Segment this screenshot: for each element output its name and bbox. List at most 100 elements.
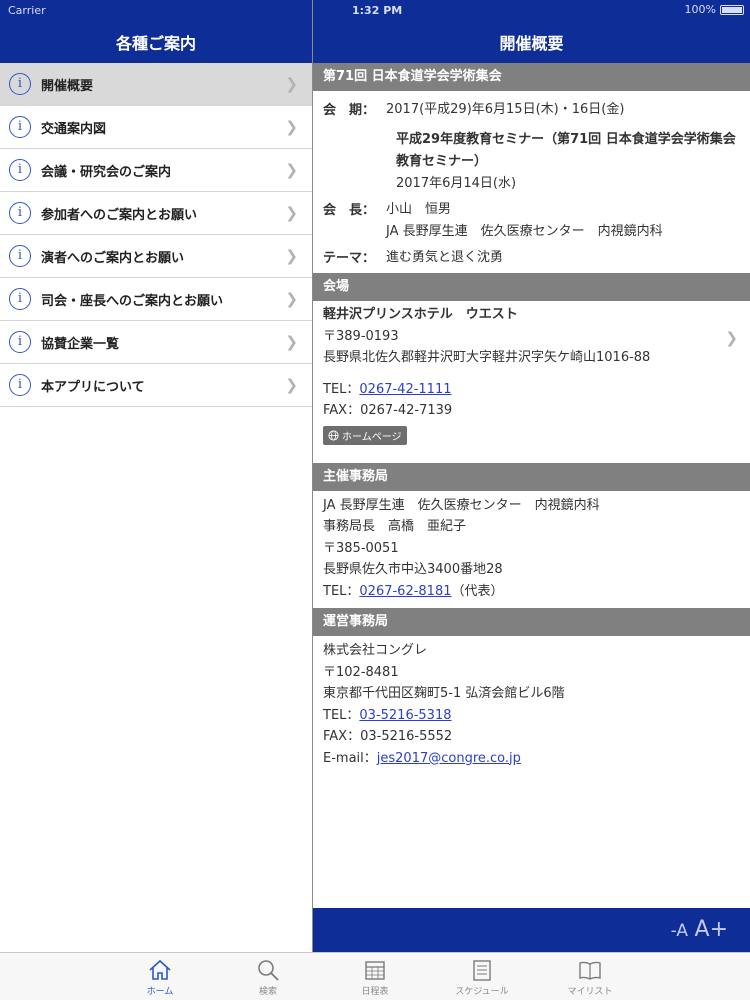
organizer-line2: 事務局長 高橋 亜紀子 [323, 519, 467, 534]
chevron-right-icon: ❯ [285, 376, 298, 394]
info-icon: i [9, 116, 31, 138]
menu-item-overview[interactable]: i 開催概要 ❯ [0, 63, 312, 106]
book-icon [579, 961, 601, 980]
navigation-header: Carrier 1:32 PM 100% 各種ご案内 開催概要 [0, 0, 750, 63]
venue-postal: 〒389-0193 [323, 328, 399, 344]
section-header-meeting: 第71回 日本食道学会学術集会 [313, 63, 750, 91]
menu-item-label: 本アプリについて [41, 379, 145, 395]
chevron-right-icon: ❯ [285, 333, 298, 351]
organizer-address: 長野県佐久市中込3400番地28 [323, 562, 503, 577]
menu-item-meetings[interactable]: i 会議・研究会のご案内 ❯ [0, 149, 312, 192]
venue-tel-row: TEL：0267-42-1111 [313, 379, 750, 401]
theme-row: テーマ： 進む勇気と退く沈勇 [313, 247, 750, 269]
menu-item-label: 司会・座長へのご案内とお願い [41, 293, 224, 309]
section-header-organizer: 主催事務局 [313, 462, 750, 491]
homepage-button[interactable]: ホームページ [323, 425, 407, 445]
tab-mylist[interactable]: マイリスト [560, 955, 620, 997]
tab-label: 日程表 [361, 987, 389, 997]
clock: 1:32 PM [352, 4, 403, 17]
tel-note: （代表） [451, 583, 504, 599]
menu-item-label: 参加者へのご案内とお願い [41, 207, 198, 223]
globe-icon [328, 429, 339, 441]
seminar-title-line2: 教育セミナー） [396, 154, 488, 169]
organizer-tel-link[interactable]: 0267-62-8181 [359, 584, 451, 599]
status-bar: Carrier 1:32 PM 100% [0, 0, 750, 20]
tab-home[interactable]: ホーム [130, 955, 190, 997]
seminar-title-line1: 平成29年度教育セミナー（第71回 日本食道学会学術集会 [396, 132, 736, 147]
venue-address: 長野県北佐久郡軽井沢町大字軽井沢字矢ケ崎山1016-88 [323, 350, 651, 365]
venue-block[interactable]: 軽井沢プリンスホテル ウエスト 〒389-0193 長野県北佐久郡軽井沢町大字軽… [313, 301, 750, 369]
management-tel-link[interactable]: 03-5216-5318 [359, 708, 451, 723]
organizer-tel-row: TEL：0267-62-8181（代表） [313, 581, 750, 603]
chevron-right-icon: ❯ [725, 329, 738, 347]
battery-icon [720, 4, 744, 15]
info-icon: i [9, 374, 31, 396]
tab-search[interactable]: 検索 [238, 955, 298, 997]
chevron-right-icon: ❯ [285, 290, 298, 308]
font-size-toolbar: -A A+ [313, 908, 750, 952]
schedule-icon [473, 960, 491, 981]
chevron-right-icon: ❯ [285, 161, 298, 179]
management-fax: FAX：03-5216-5552 [323, 729, 453, 744]
management-tel-row: TEL：03-5216-5318 [313, 705, 750, 727]
management-email-link[interactable]: jes2017@congre.co.jp [377, 751, 521, 766]
menu-item-label: 交通案内図 [41, 121, 107, 137]
president-name: 小山 恒男 [386, 202, 452, 217]
tel-label: TEL： [323, 583, 360, 599]
chevron-right-icon: ❯ [285, 204, 298, 222]
president-affiliation: JA 長野厚生連 佐久医療センター 内視鏡内科 [386, 224, 663, 239]
menu-item-sponsors[interactable]: i 協賛企業一覧 ❯ [0, 321, 312, 364]
president-row: 会 長： 小山 恒男 JA 長野厚生連 佐久医療センター 内視鏡内科 [313, 199, 750, 243]
home-icon [149, 959, 171, 980]
info-icon: i [9, 73, 31, 95]
theme-value: 進む勇気と退く沈勇 [386, 250, 504, 265]
management-postal: 〒102-8481 [323, 664, 399, 680]
organizer-line1: JA 長野厚生連 佐久医療センター 内視鏡内科 [323, 497, 600, 513]
tab-label: ホーム [146, 987, 174, 997]
seminar-block: 平成29年度教育セミナー（第71回 日本食道学会学術集会 教育セミナー） 201… [313, 129, 750, 195]
menu-item-label: 演者へのご案内とお願い [41, 250, 185, 266]
tab-label: 検索 [258, 987, 277, 997]
menu-item-access-map[interactable]: i 交通案内図 ❯ [0, 106, 312, 149]
chevron-right-icon: ❯ [285, 247, 298, 265]
menu-item-label: 会議・研究会のご案内 [41, 164, 172, 180]
tab-label: スケジュール [455, 987, 509, 997]
page-title: 開催概要 [499, 34, 564, 53]
period-value: 2017(平成29)年6月15日(木)・16日(金) [386, 102, 625, 117]
management-company: 株式会社コングレ [323, 643, 428, 658]
detail-content: 第71回 日本食道学会学術集会 会 期： 2017(平成29)年6月15日(木)… [313, 63, 750, 908]
seminar-date: 2017年6月14日(水) [396, 176, 517, 191]
chevron-right-icon: ❯ [285, 118, 298, 136]
tab-timetable[interactable]: 日程表 [345, 955, 405, 997]
info-icon: i [9, 245, 31, 267]
decrease-font-button[interactable]: -A [671, 921, 688, 941]
management-address: 東京都千代田区麹町5-1 弘済会館ビル6階 [323, 686, 565, 701]
info-icon: i [9, 202, 31, 224]
venue-name: 軽井沢プリンスホテル ウエスト [323, 307, 518, 322]
tab-label: マイリスト [567, 987, 613, 997]
battery-percent: 100% [684, 3, 716, 16]
venue-tel-link[interactable]: 0267-42-1111 [359, 382, 451, 397]
theme-label: テーマ： [323, 251, 376, 266]
menu-item-about-app[interactable]: i 本アプリについて ❯ [0, 364, 312, 407]
email-label: E-mail： [323, 750, 377, 766]
president-label: 会 長： [323, 203, 376, 218]
menu-item-label: 協賛企業一覧 [41, 336, 120, 352]
increase-font-button[interactable]: A+ [695, 917, 728, 942]
menu-item-chairs[interactable]: i 司会・座長へのご案内とお願い ❯ [0, 278, 312, 321]
tab-bar: ホーム 検索 日程表 スケジュール マイリスト [0, 952, 750, 1000]
homepage-button-label: ホームページ [342, 431, 402, 443]
tab-schedule[interactable]: スケジュール [452, 955, 512, 997]
menu-item-participants[interactable]: i 参加者へのご案内とお願い ❯ [0, 192, 312, 235]
venue-fax: FAX：0267-42-7139 [323, 403, 453, 418]
sidebar-menu: i 開催概要 ❯ i 交通案内図 ❯ i 会議・研究会のご案内 ❯ i 参加者へ… [0, 63, 312, 407]
section-header-management: 運営事務局 [313, 608, 750, 636]
period-label: 会 期： [323, 103, 376, 118]
sidebar-title: 各種ご案内 [115, 34, 196, 53]
management-email-row: E-mail：jes2017@congre.co.jp [313, 748, 750, 770]
search-icon [258, 960, 279, 981]
menu-item-presenters[interactable]: i 演者へのご案内とお願い ❯ [0, 235, 312, 278]
info-icon: i [9, 288, 31, 310]
menu-item-label: 開催概要 [41, 78, 94, 94]
period-row: 会 期： 2017(平成29)年6月15日(木)・16日(金) [313, 99, 750, 121]
